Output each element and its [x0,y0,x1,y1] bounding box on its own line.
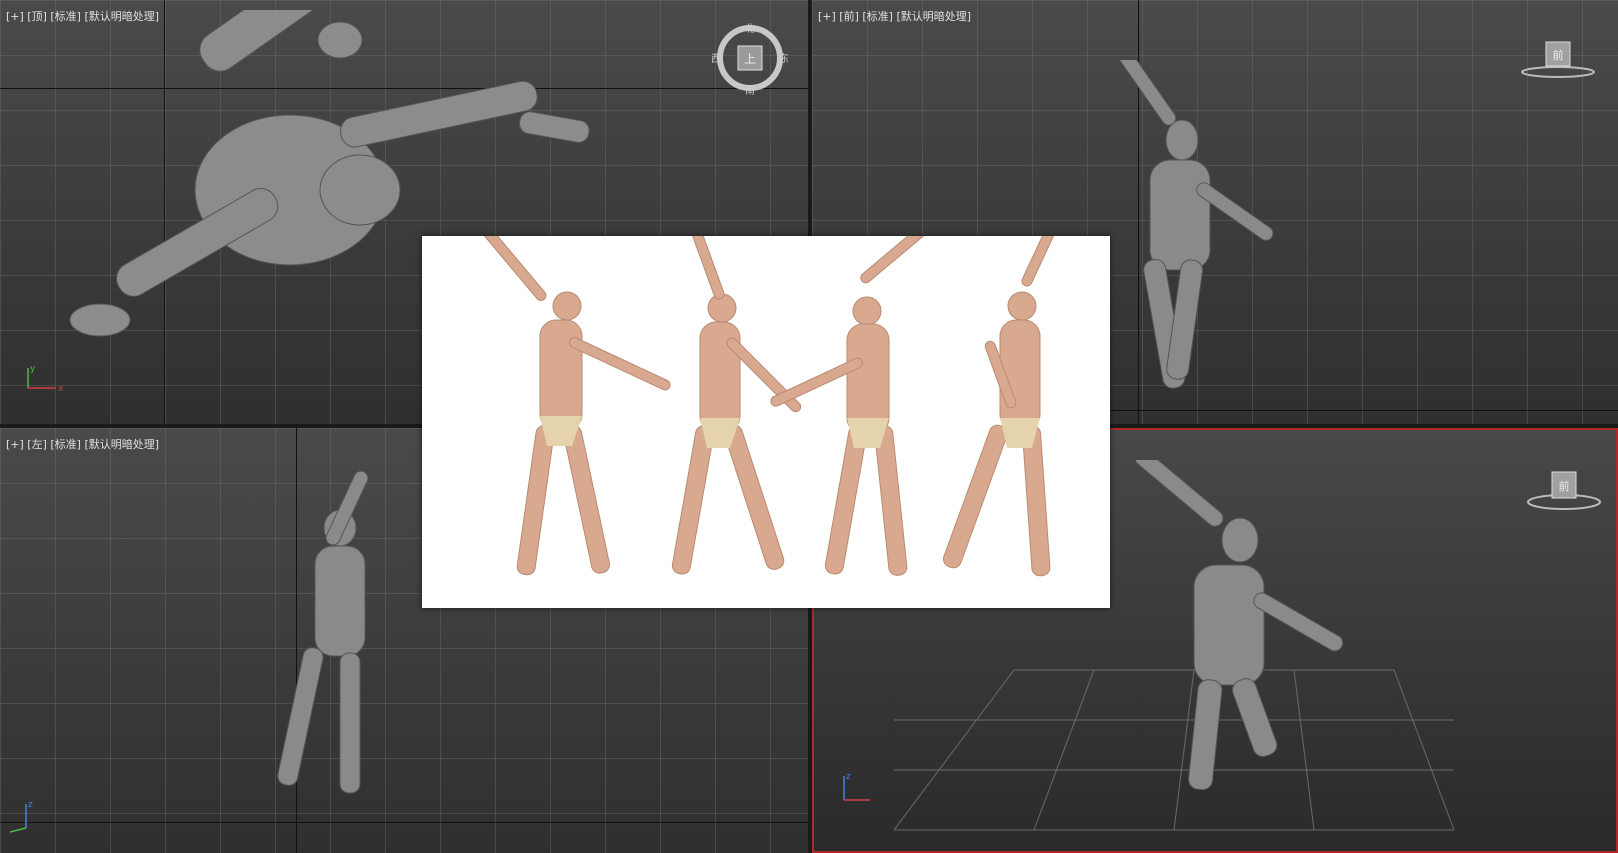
compass-south-label: 南 [745,84,755,96]
viewcube-face-label: 前 [1559,479,1570,493]
viewcube-compass[interactable]: 北 南 东 西 上 [712,20,788,96]
viewcube[interactable]: 前 [1518,38,1598,82]
axis-tripod: z [843,772,870,801]
compass-west-label: 西 [712,54,721,65]
axis-x-label: x [58,384,64,394]
axis-z-label: z [846,772,851,782]
reference-photo [422,202,1110,608]
viewcube-face-label: 前 [1553,48,1564,62]
mannequin-left-view[interactable] [260,458,420,828]
axis-z-label: z [28,800,33,810]
mannequin-perspective-view[interactable] [1114,460,1374,810]
axis-tripod: z [9,800,33,833]
axis-tripod: y x [27,364,64,394]
axis-y-label: y [30,364,36,374]
compass-north-label: 北 [745,23,755,35]
viewport-label-front[interactable]: [+] [前] [标准] [默认明暗处理] [818,8,971,24]
compass-center-label: 上 [744,52,756,66]
viewcube[interactable]: 前 [1524,468,1604,516]
compass-east-label: 东 [779,52,788,65]
reference-figures [477,202,1067,577]
viewport-label-left[interactable]: [+] [左] [标准] [默认明暗处理] [6,436,159,452]
